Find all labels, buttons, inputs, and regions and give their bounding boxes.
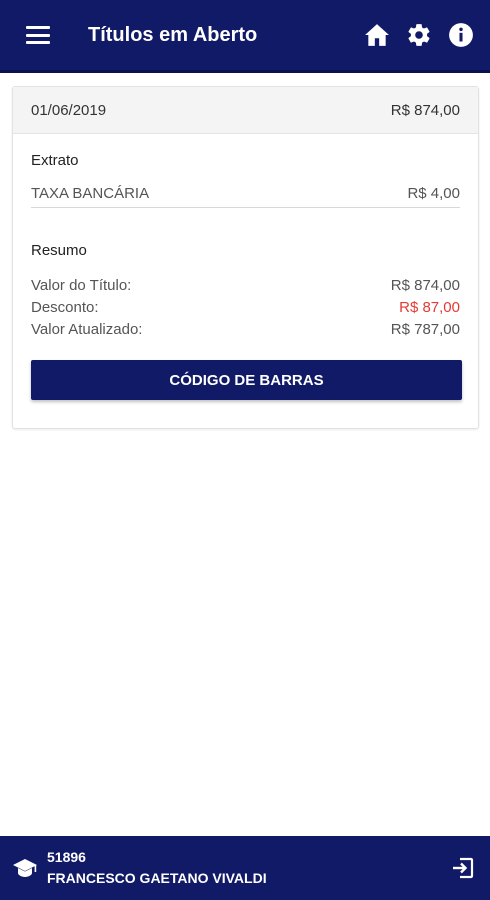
titulo-date: 01/06/2019 [31, 101, 107, 119]
app-bar: Títulos em Aberto [0, 0, 490, 73]
menu-icon[interactable] [26, 26, 50, 44]
user-footer: 51896 FRANCESCO GAETANO VIVALDI [0, 836, 490, 900]
resumo-title: Resumo [31, 242, 87, 259]
titulo-body: Extrato TAXA BANCÁRIA R$ 4,00 Resumo Val… [13, 152, 478, 400]
desconto-label: Desconto: [31, 299, 99, 316]
titulo-amount: R$ 874,00 [390, 101, 460, 119]
resumo-row-desconto: Desconto: R$ 87,00 [31, 297, 460, 319]
info-icon[interactable] [448, 22, 474, 48]
valor-titulo-label: Valor do Título: [31, 277, 132, 294]
desconto-value: R$ 87,00 [399, 299, 460, 316]
resumo-list: Valor do Título: R$ 874,00 Desconto: R$ … [31, 275, 460, 341]
titulo-card: 01/06/2019 R$ 874,00 Extrato TAXA BANCÁR… [12, 86, 479, 429]
graduation-cap-icon [12, 856, 38, 880]
gear-icon[interactable] [406, 22, 432, 48]
user-info: 51896 FRANCESCO GAETANO VIVALDI [47, 847, 450, 889]
extrato-item-label: TAXA BANCÁRIA [31, 185, 150, 202]
valor-atualizado-value: R$ 787,00 [390, 321, 460, 338]
extrato-item-value: R$ 4,00 [407, 185, 460, 202]
barcode-button[interactable]: CÓDIGO DE BARRAS [31, 360, 462, 400]
home-icon[interactable] [364, 22, 390, 48]
resumo-row-valor-titulo: Valor do Título: R$ 874,00 [31, 275, 460, 297]
appbar-actions [364, 22, 474, 48]
page-title: Títulos em Aberto [88, 23, 258, 46]
titulo-header: 01/06/2019 R$ 874,00 [13, 87, 478, 134]
resumo-row-valor-atualizado: Valor Atualizado: R$ 787,00 [31, 319, 460, 341]
user-name: FRANCESCO GAETANO VIVALDI [47, 870, 267, 886]
logout-icon[interactable] [450, 855, 476, 881]
valor-atualizado-label: Valor Atualizado: [31, 321, 143, 338]
extrato-title: Extrato [31, 152, 79, 169]
valor-titulo-value: R$ 874,00 [390, 277, 460, 294]
user-code: 51896 [47, 849, 86, 865]
extrato-item: TAXA BANCÁRIA R$ 4,00 [31, 185, 460, 208]
